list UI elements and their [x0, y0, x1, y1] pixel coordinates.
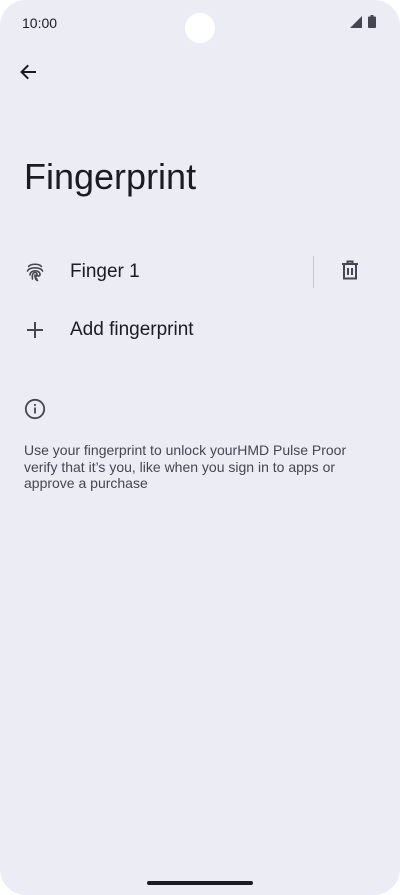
plus-icon: [24, 319, 46, 341]
add-fingerprint-label: Add fingerprint: [70, 319, 194, 340]
status-icons: [350, 15, 376, 33]
camera-cutout: [185, 13, 215, 43]
fingerprint-info-text: Use your fingerprint to unlock yourHMD P…: [24, 442, 347, 491]
delete-fingerprint-button[interactable]: [334, 256, 366, 288]
page-title: Fingerprint: [24, 156, 197, 197]
back-button[interactable]: [12, 58, 44, 90]
gesture-navigation-bar[interactable]: [147, 881, 253, 885]
status-bar: 10:00: [0, 0, 400, 46]
add-fingerprint-button[interactable]: Add fingerprint: [0, 306, 400, 354]
battery-icon: [368, 15, 376, 33]
info-icon: [24, 398, 46, 420]
fingerprint-item-label: Finger 1: [70, 261, 140, 282]
row-divider: [313, 256, 314, 288]
fingerprint-item-finger-1[interactable]: Finger 1: [0, 248, 400, 296]
arrow-back-icon: [18, 62, 38, 87]
fingerprint-settings-screen: 10:00 Fingerprint Finger 1 Add fingerpri…: [0, 0, 400, 895]
status-time: 10:00: [22, 15, 58, 31]
trash-icon: [341, 260, 359, 285]
fingerprint-icon: [24, 261, 46, 283]
cell-signal-icon: [350, 15, 362, 33]
